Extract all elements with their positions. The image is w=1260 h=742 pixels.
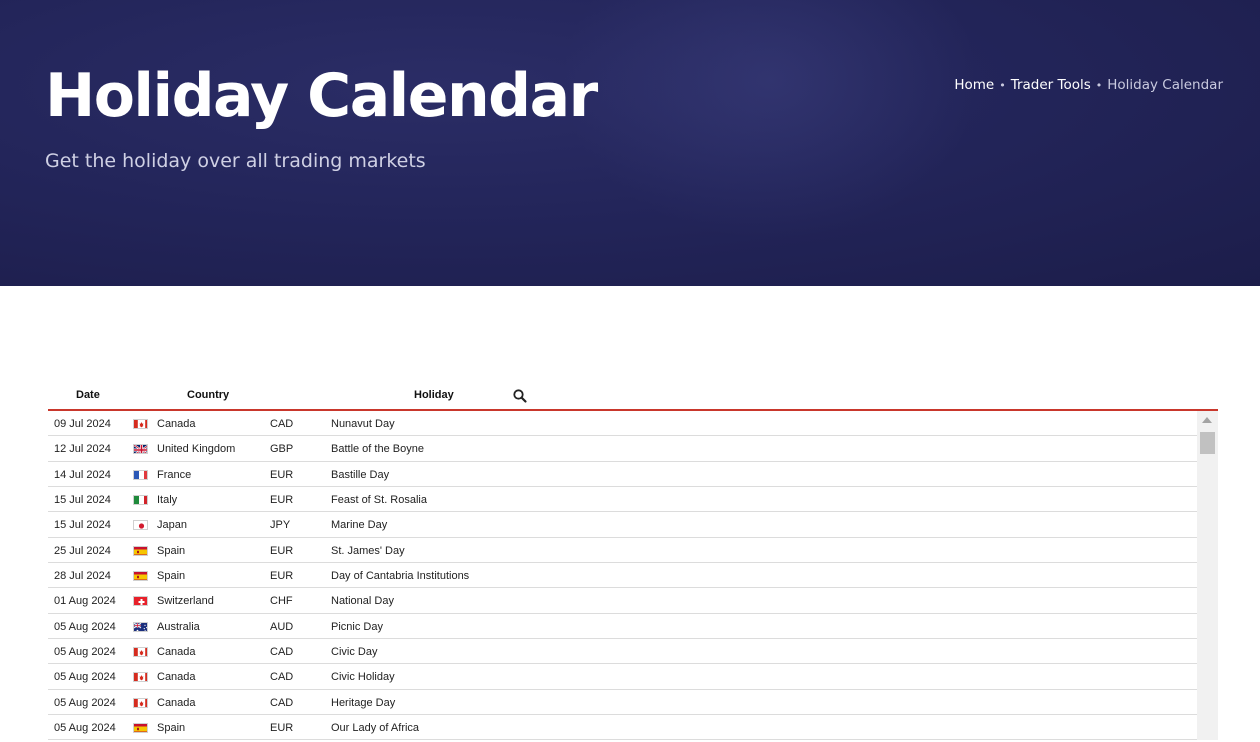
cell-currency: EUR [270, 544, 294, 557]
cell-holiday: Marine Day [331, 519, 388, 532]
scroll-up-arrow-icon[interactable] [1202, 417, 1212, 423]
australia-flag-icon [133, 621, 148, 632]
cell-country: United Kingdom [157, 443, 236, 456]
table-rows: 09 Jul 2024 Canada CAD Nunavut Day 12 Jul 20… [48, 411, 1197, 741]
table-row[interactable]: 15 Jul 2024 Japan JPY Marine Day [48, 512, 1197, 538]
cell-holiday: Day of Cantabria Institutions [331, 570, 470, 583]
cell-holiday: Picnic Day [331, 620, 383, 633]
table-row[interactable]: 28 Jul 2024 Spain EUR Day of Cantabria Inst… [48, 563, 1197, 589]
cell-date: 15 Jul 2024 [54, 494, 111, 507]
cell-currency: CAD [270, 671, 294, 684]
table-row[interactable]: 25 Jul 2024 Spain EUR St. James' Day [48, 538, 1197, 564]
cell-date: 14 Jul 2024 [54, 468, 111, 481]
japan-flag-icon [133, 520, 148, 531]
spain-flag-icon [133, 545, 148, 556]
cell-currency: CAD [270, 646, 294, 659]
table-row[interactable]: 15 Jul 2024 Italy EUR Feast of St. Rosalia [48, 487, 1197, 513]
breadcrumb-home-link[interactable]: Home [954, 77, 994, 93]
table-body: 09 Jul 2024 Canada CAD Nunavut Day 12 Jul 20… [48, 411, 1218, 741]
cell-country: Spain [157, 544, 186, 557]
cell-currency: AUD [270, 620, 294, 633]
table-row[interactable]: 05 Aug 2024 Canada CAD Civic Day [48, 639, 1197, 665]
cell-holiday: National Day [331, 595, 394, 608]
cell-date: 09 Jul 2024 [54, 418, 111, 430]
table-row[interactable]: 12 Jul 2024 United Kingdom GBP Battle of th… [48, 436, 1197, 462]
cell-country: Canada [157, 696, 196, 709]
column-header-holiday[interactable]: Holiday [414, 389, 454, 401]
cell-date: 25 Jul 2024 [54, 544, 111, 557]
cell-currency: GBP [270, 443, 294, 456]
cell-currency: CAD [270, 418, 294, 430]
breadcrumb-separator: • [999, 78, 1006, 92]
table-row[interactable]: 14 Jul 2024 France EUR Bastille Day [48, 462, 1197, 488]
cell-currency: EUR [270, 468, 294, 481]
scrollbar-thumb[interactable] [1200, 432, 1215, 454]
breadcrumb-current: Holiday Calendar [1107, 77, 1223, 93]
cell-country: Canada [157, 671, 196, 684]
vertical-scrollbar[interactable] [1197, 411, 1218, 740]
cell-currency: JPY [270, 519, 291, 532]
cell-currency: EUR [270, 570, 294, 583]
canada-flag-icon [133, 672, 148, 683]
cell-date: 01 Aug 2024 [54, 595, 116, 608]
switzerland-flag-icon [133, 596, 148, 607]
page-title: Holiday Calendar [45, 61, 598, 131]
cell-date: 28 Jul 2024 [54, 570, 111, 583]
table-row[interactable]: 01 Aug 2024 Switzerland CHF National Day [48, 588, 1197, 614]
table-row[interactable]: 05 Aug 2024 Spain EUR Our Lady of Africa [48, 715, 1197, 741]
cell-date: 05 Aug 2024 [54, 646, 116, 659]
search-icon[interactable] [512, 388, 528, 404]
cell-date: 12 Jul 2024 [54, 443, 111, 456]
canada-flag-icon [133, 697, 148, 708]
cell-holiday: St. James' Day [331, 544, 405, 557]
canada-flag-icon [133, 419, 148, 429]
cell-currency: CHF [270, 595, 293, 608]
table-row[interactable]: 09 Jul 2024 Canada CAD Nunavut Day [48, 411, 1197, 437]
page-subtitle: Get the holiday over all trading markets [45, 150, 426, 172]
france-flag-icon [133, 469, 148, 480]
cell-country: Australia [157, 620, 200, 633]
banner-glow [560, 0, 980, 240]
cell-date: 05 Aug 2024 [54, 620, 116, 633]
breadcrumb-separator: • [1095, 78, 1103, 92]
breadcrumb-trader-tools-link[interactable]: Trader Tools [1011, 77, 1091, 93]
cell-holiday: Nunavut Day [331, 418, 395, 430]
cell-holiday: Feast of St. Rosalia [331, 494, 427, 507]
cell-holiday: Civic Holiday [331, 671, 395, 684]
cell-holiday: Bastille Day [331, 468, 390, 481]
page-header-banner: Holiday Calendar Get the holiday over al… [0, 0, 1260, 286]
column-header-date[interactable]: Date [76, 389, 100, 401]
cell-currency: EUR [270, 722, 294, 735]
cell-country: Japan [157, 519, 187, 532]
canada-flag-icon [133, 647, 148, 658]
cell-date: 05 Aug 2024 [54, 671, 116, 684]
table-row[interactable]: 05 Aug 2024 Canada CAD Heritage Day [48, 690, 1197, 716]
breadcrumb: Home • Trader Tools • Holiday Calendar [954, 77, 1223, 93]
column-header-country[interactable]: Country [187, 389, 229, 401]
spain-flag-icon [133, 571, 148, 582]
cell-country: Canada [157, 418, 196, 430]
cell-holiday: Battle of the Boyne [331, 443, 424, 456]
cell-holiday: Heritage Day [331, 696, 396, 709]
cell-holiday: Civic Day [331, 646, 378, 659]
cell-country: Spain [157, 722, 186, 735]
cell-country: Switzerland [157, 595, 214, 608]
cell-date: 05 Aug 2024 [54, 722, 116, 735]
table-row[interactable]: 05 Aug 2024 Australia AUD Picnic Day [48, 614, 1197, 640]
cell-country: Canada [157, 646, 196, 659]
table-row[interactable]: 05 Aug 2024 Canada CAD Civic Holiday [48, 664, 1197, 690]
spain-flag-icon [133, 723, 148, 734]
cell-country: Spain [157, 570, 186, 583]
cell-holiday: Our Lady of Africa [331, 722, 420, 735]
italy-flag-icon [133, 495, 148, 506]
cell-currency: EUR [270, 494, 294, 507]
cell-country: France [157, 468, 192, 481]
holiday-table: Date Country Holiday 09 Jul 2024 Canada CA… [48, 380, 1218, 742]
cell-country: Italy [157, 494, 178, 507]
table-header: Date Country Holiday [48, 380, 1218, 411]
cell-currency: CAD [270, 696, 294, 709]
cell-date: 15 Jul 2024 [54, 519, 111, 532]
cell-date: 05 Aug 2024 [54, 696, 116, 709]
uk-flag-icon [133, 444, 148, 455]
